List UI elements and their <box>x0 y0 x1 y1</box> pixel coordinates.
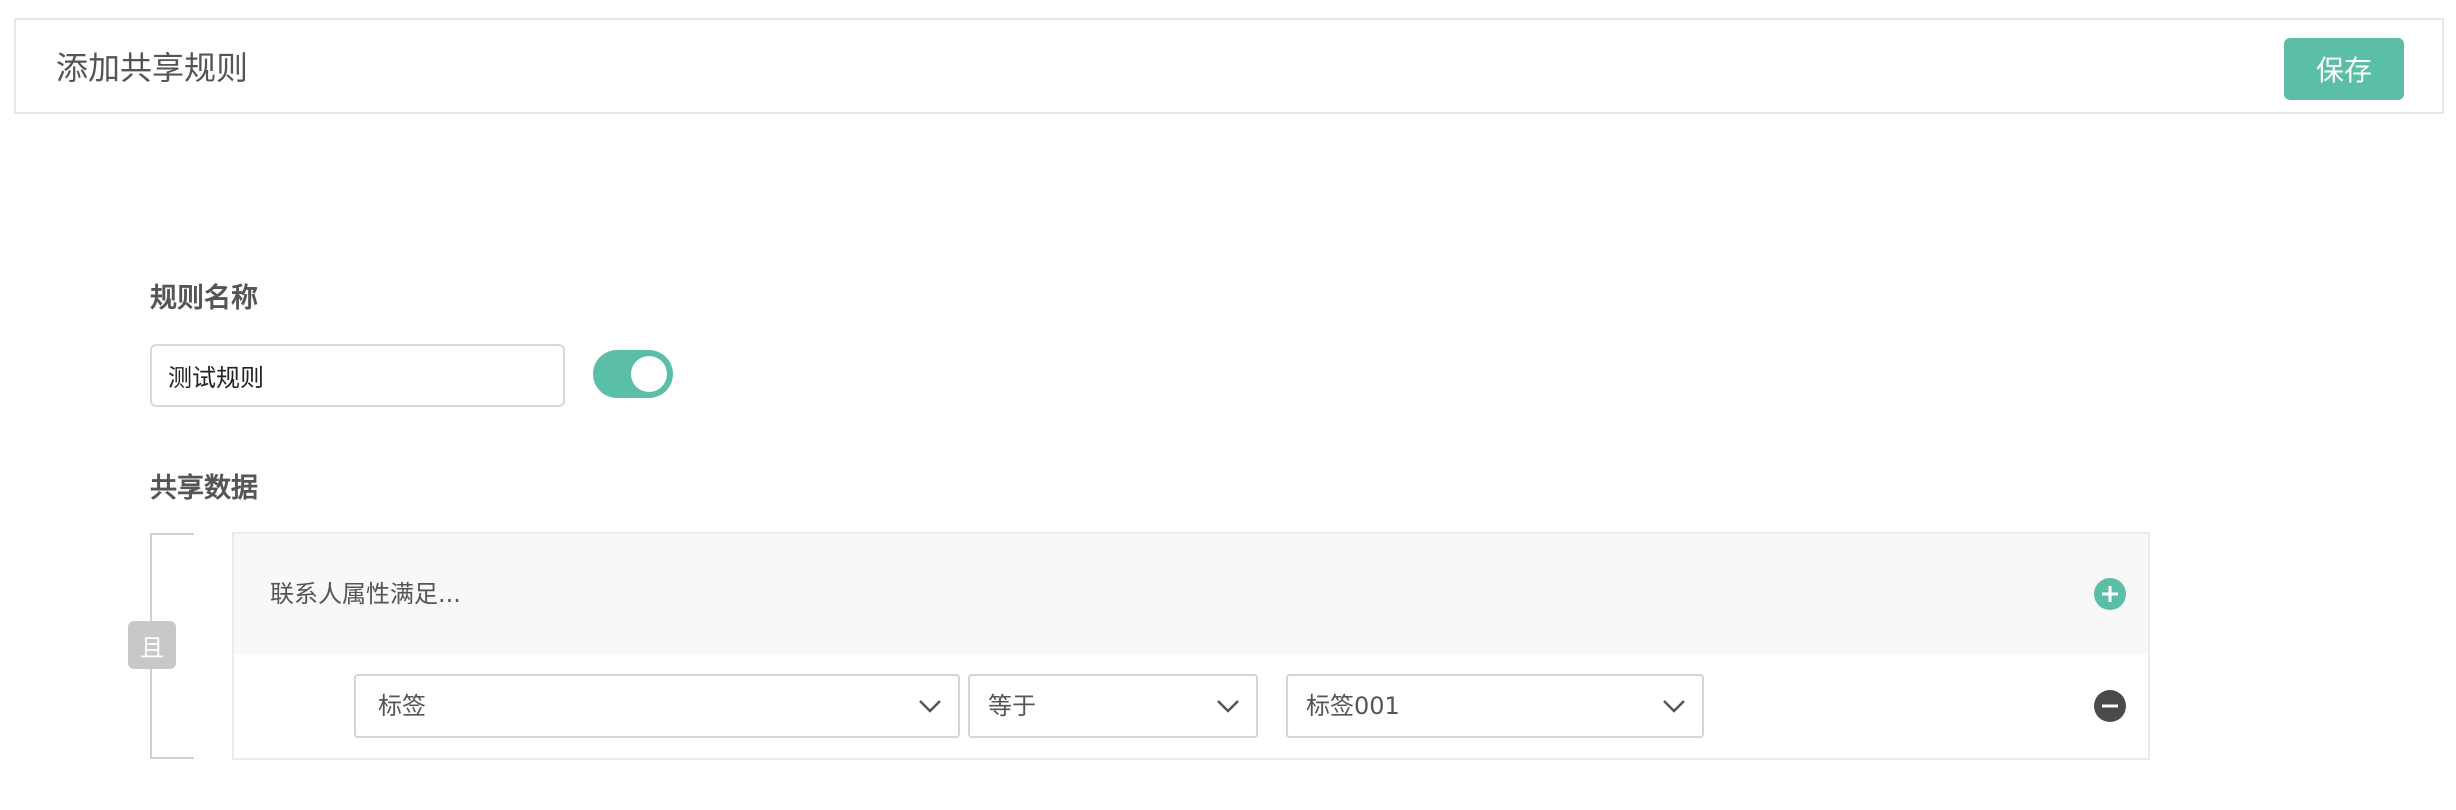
condition-group-title: 联系人属性满足... <box>270 580 461 608</box>
and-logic-badge[interactable]: 且 <box>128 621 176 669</box>
add-condition-button[interactable] <box>2094 578 2126 610</box>
condition-operator-select[interactable]: 等于 <box>968 674 1258 738</box>
condition-group-header: 联系人属性满足... <box>234 534 2148 654</box>
chevron-down-icon <box>919 700 941 713</box>
condition-operator-value: 等于 <box>988 692 1036 720</box>
toggle-knob <box>631 356 667 392</box>
plus-circle-icon <box>2102 586 2118 602</box>
condition-field-value: 标签 <box>378 692 426 720</box>
condition-field-select[interactable]: 标签 <box>354 674 960 738</box>
chevron-down-icon <box>1663 700 1685 713</box>
rule-name-input[interactable] <box>150 344 565 407</box>
page-title: 添加共享规则 <box>56 49 249 87</box>
remove-condition-button[interactable] <box>2094 690 2126 722</box>
shared-data-label: 共享数据 <box>150 473 258 504</box>
page-header: 添加共享规则 保存 <box>14 18 2444 114</box>
rule-name-label: 规则名称 <box>150 283 258 314</box>
condition-group: 联系人属性满足... 标签 等于 标签001 <box>232 532 2150 760</box>
save-button[interactable]: 保存 <box>2284 38 2404 100</box>
minus-circle-icon <box>2102 704 2118 708</box>
rule-enabled-toggle[interactable] <box>593 350 673 398</box>
condition-value-select[interactable]: 标签001 <box>1286 674 1704 738</box>
condition-value-value: 标签001 <box>1306 692 1400 720</box>
chevron-down-icon <box>1217 700 1239 713</box>
